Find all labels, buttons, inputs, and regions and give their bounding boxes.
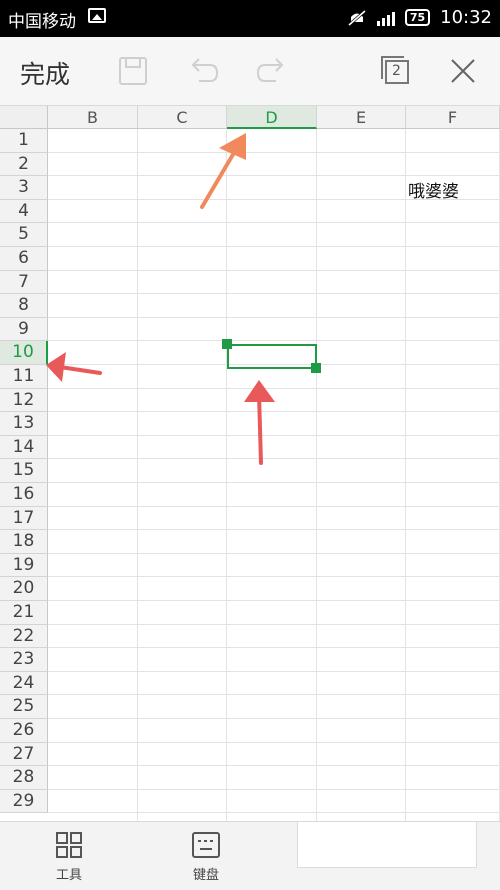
row-header-11[interactable]: 11 xyxy=(0,365,48,389)
editor-toolbar: 完成 2 xyxy=(0,37,500,106)
row-header-7[interactable]: 7 xyxy=(0,270,48,295)
grid-row-line xyxy=(48,694,500,696)
done-button[interactable]: 完成 xyxy=(20,55,70,91)
column-header-b[interactable]: B xyxy=(48,106,138,129)
selection-handle-bottom-right[interactable] xyxy=(311,363,321,373)
gallery-icon xyxy=(88,8,106,23)
keyboard-button[interactable]: 键盘 xyxy=(176,830,236,883)
grid-row-line xyxy=(48,482,500,483)
mute-icon xyxy=(347,9,366,26)
row-header-4[interactable]: 4 xyxy=(0,199,48,224)
sheets-icon[interactable]: 2 xyxy=(376,51,416,91)
grid-row-line xyxy=(48,788,500,790)
status-icons: 75 10:32 xyxy=(347,7,492,28)
column-header-d[interactable]: D xyxy=(227,106,317,129)
grid-row-line xyxy=(48,505,500,507)
row-header-16[interactable]: 16 xyxy=(0,483,48,507)
column-header-f[interactable]: F xyxy=(406,106,500,129)
cell-f3[interactable]: 哦婆婆 xyxy=(408,177,459,202)
keyboard-icon xyxy=(192,832,220,858)
grid-row-line xyxy=(48,293,500,295)
grid-row-line xyxy=(48,600,500,601)
battery-icon: 75 xyxy=(404,9,431,26)
status-bar: 中国移动 75 10:32 xyxy=(0,0,500,37)
tools-label: 工具 xyxy=(55,868,82,883)
grid-row-line xyxy=(48,718,500,719)
row-header-15[interactable]: 15 xyxy=(0,459,48,483)
grid-row-line xyxy=(48,316,500,318)
undo-icon[interactable] xyxy=(183,51,223,91)
row-header-13[interactable]: 13 xyxy=(0,412,48,436)
row-header-28[interactable]: 28 xyxy=(0,766,48,790)
grid-row-line xyxy=(48,529,500,531)
grid-row-line xyxy=(48,434,500,436)
redo-icon[interactable] xyxy=(252,51,292,91)
row-header-18[interactable]: 18 xyxy=(0,530,48,554)
row-header-19[interactable]: 19 xyxy=(0,553,48,578)
row-header-22[interactable]: 22 xyxy=(0,624,48,649)
grid-row-line xyxy=(48,670,500,672)
grid-row-line xyxy=(48,387,500,389)
grid-row-line xyxy=(48,411,500,413)
grid-row-line xyxy=(48,552,500,554)
grid-row-line xyxy=(48,458,500,460)
grid-row-line xyxy=(48,765,500,767)
signal-icon xyxy=(376,10,395,26)
clock: 10:32 xyxy=(440,7,492,28)
grid-row-line xyxy=(48,812,500,814)
cell-input-field[interactable] xyxy=(297,822,477,868)
row-header-5[interactable]: 5 xyxy=(0,223,48,247)
bottom-bar: 工具 键盘 xyxy=(0,821,500,890)
row-header-29[interactable]: 29 xyxy=(0,789,48,814)
column-header-c[interactable]: C xyxy=(138,106,227,129)
row-header-14[interactable]: 14 xyxy=(0,435,48,460)
save-icon[interactable] xyxy=(113,51,153,91)
row-header-17[interactable]: 17 xyxy=(0,506,48,531)
row-header-2[interactable]: 2 xyxy=(0,152,48,177)
row-header-27[interactable]: 27 xyxy=(0,742,48,767)
grid-row-line xyxy=(48,340,500,342)
grid-row-line xyxy=(48,647,500,649)
grid-icon xyxy=(56,832,82,858)
row-header-26[interactable]: 26 xyxy=(0,719,48,743)
row-header-24[interactable]: 24 xyxy=(0,671,48,696)
row-header-9[interactable]: 9 xyxy=(0,317,48,342)
column-header-e[interactable]: E xyxy=(317,106,406,129)
grid-row-line xyxy=(48,175,500,177)
row-header-21[interactable]: 21 xyxy=(0,601,48,625)
keyboard-label: 键盘 xyxy=(192,868,219,883)
sheet-count: 2 xyxy=(392,63,401,79)
close-icon[interactable] xyxy=(443,51,483,91)
row-header-12[interactable]: 12 xyxy=(0,388,48,413)
select-all-corner[interactable] xyxy=(0,106,48,129)
row-header-3[interactable]: 3 xyxy=(0,176,48,200)
tools-button[interactable]: 工具 xyxy=(39,830,99,883)
row-header-20[interactable]: 20 xyxy=(0,577,48,601)
carrier-name: 中国移动 xyxy=(8,12,76,32)
grid-row-line xyxy=(48,741,500,743)
row-header-23[interactable]: 23 xyxy=(0,648,48,672)
spreadsheet-grid[interactable]: BCDEF 1 2 3 4 5 6 7 8 9 10 11 12 13 14 15 16 17 18 19 20 21 2… xyxy=(0,106,500,821)
selected-cell-d10[interactable] xyxy=(227,344,317,369)
row-header-10[interactable]: 10 xyxy=(0,341,48,365)
row-header-1[interactable]: 1 xyxy=(0,129,48,153)
grid-row-line xyxy=(48,151,500,153)
row-header-6[interactable]: 6 xyxy=(0,247,48,271)
grid-row-line xyxy=(48,246,500,247)
grid-row-line xyxy=(48,269,500,271)
selection-handle-top-left[interactable] xyxy=(222,339,232,349)
row-header-25[interactable]: 25 xyxy=(0,695,48,719)
grid-row-line xyxy=(48,623,500,625)
row-header-8[interactable]: 8 xyxy=(0,294,48,318)
grid-row-line xyxy=(48,576,500,578)
grid-row-line xyxy=(48,222,500,224)
